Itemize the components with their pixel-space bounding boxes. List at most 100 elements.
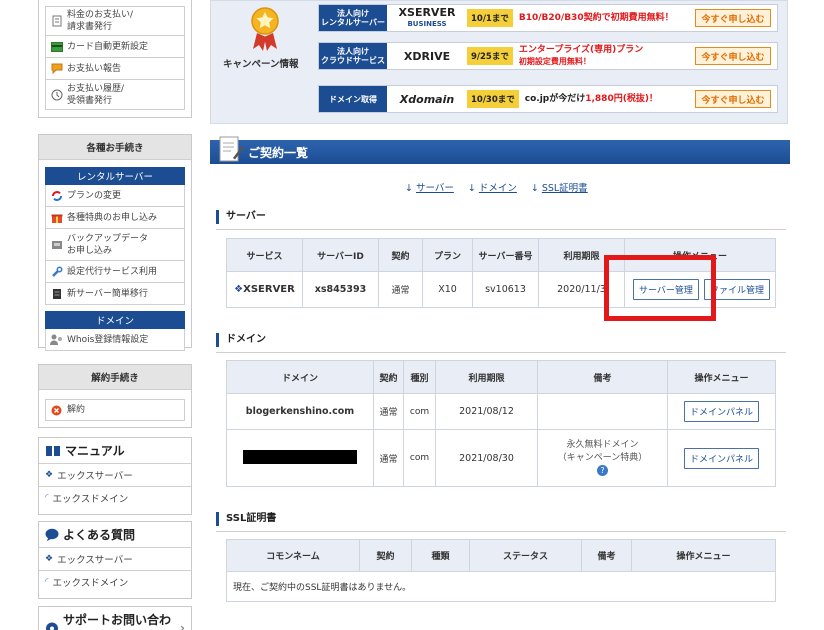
- table-row: blogerkenshino.com 通常 com 2021/08/12 ドメイ…: [226, 393, 776, 430]
- apply-now-button[interactable]: 今すぐ申し込む: [695, 90, 771, 108]
- xdomain-icon: ◜: [45, 577, 49, 587]
- col-operations: 操作メニュー: [631, 539, 776, 572]
- apply-now-button[interactable]: 今すぐ申し込む: [695, 47, 771, 65]
- sidebar-item-label: 料金のお支払い/ 請求書発行: [67, 10, 134, 32]
- sidebar-item-whois[interactable]: Whois登録情報設定: [45, 329, 185, 351]
- col-contract: 契約: [359, 539, 412, 572]
- plan-cell: X10: [422, 271, 473, 308]
- campaign-text-red: エンタープライズ(専用)プラン: [518, 44, 644, 55]
- service-cell: ❖XSERVER: [226, 271, 303, 308]
- xserver-icon: ❖: [45, 470, 54, 480]
- col-service: サービス: [226, 238, 303, 272]
- cancel-title: 解約手続き: [39, 365, 191, 390]
- campaign-text: エンタープライズ(専用)プラン 初期設定費用無料！: [519, 45, 695, 68]
- sidebar-item-payment[interactable]: 料金のお支払い/ 請求書発行: [45, 6, 185, 36]
- faq-item-xserver[interactable]: ❖ エックスサーバー: [39, 548, 191, 571]
- sidebar-item-card-renewal[interactable]: カード自動更新設定: [45, 36, 185, 58]
- campaign-row-xdomain: ドメイン取得 Xdomain 10/30まで co.jpが今だけ1,880円(税…: [318, 85, 778, 113]
- sidebar-item-setup-service[interactable]: 設定代行サービス利用: [45, 261, 185, 283]
- cancel-icon: [50, 404, 63, 416]
- ssl-empty-message: 現在、ご契約中のSSL証明書はありません。: [226, 571, 776, 602]
- manual-item-xdomain[interactable]: ◜ エックスドメイン: [39, 487, 191, 509]
- xdomain-logo: Xdomain: [399, 92, 455, 106]
- faq-title: よくある質問: [39, 522, 191, 548]
- table-row: 通常 com 2021/08/30 永久無料ドメイン （キャンペーン特典） ? …: [226, 429, 776, 487]
- note-cell: 永久無料ドメイン （キャンペーン特典） ?: [537, 429, 668, 487]
- campaign-date: 9/25まで: [467, 47, 513, 65]
- faq-item-label: エックスドメイン: [52, 578, 129, 589]
- report-icon: [50, 63, 63, 75]
- support-menu[interactable]: サポートお問い合わせ ›: [38, 606, 192, 630]
- wrench-icon: [50, 266, 63, 278]
- sidebar-item-benefits[interactable]: 各種特典のお申し込み: [45, 207, 185, 229]
- sidebar-item-label: 解約: [67, 405, 86, 415]
- faq-title-text: よくある質問: [63, 528, 136, 542]
- anchor-domain[interactable]: ↓ ドメイン: [468, 180, 517, 194]
- col-type: 種別: [403, 360, 436, 394]
- document-pen-icon: [219, 136, 244, 162]
- refresh-icon: [50, 190, 63, 202]
- xserver-icon: ❖: [45, 554, 54, 564]
- chevron-right-icon: ›: [180, 621, 185, 630]
- domain-panel-button[interactable]: ドメインパネル: [683, 447, 759, 469]
- procedures-title: 各種お手続き: [39, 135, 191, 160]
- history-icon: [50, 89, 63, 101]
- domain-table: ドメイン 契約 種別 利用期限 備考 操作メニュー blogerkenshino…: [226, 360, 776, 487]
- service-name: XSERVER: [243, 284, 295, 295]
- table-row: 現在、ご契約中のSSL証明書はありません。: [226, 571, 776, 602]
- apply-now-button[interactable]: 今すぐ申し込む: [695, 9, 771, 27]
- payment-menu: 料金のお支払い/ 請求書発行 カード自動更新設定 お支払い報告 お支払い履歴/ …: [38, 0, 192, 118]
- arrow-down-icon: ↓: [530, 183, 539, 194]
- server-section-heading: サーバー: [216, 210, 786, 230]
- manual-item-label: エックスドメイン: [52, 494, 129, 505]
- sidebar-item-cancel[interactable]: 解約: [45, 399, 185, 421]
- campaign-text-red2: 初期設定費用無料！: [518, 56, 591, 66]
- sidebar-item-backup[interactable]: バックアップデータ お申し込み: [45, 229, 185, 261]
- sidebar-item-label: 設定代行サービス利用: [67, 266, 158, 277]
- domain-panel-button[interactable]: ドメインパネル: [683, 401, 759, 422]
- sidebar-item-payment-report[interactable]: お支払い報告: [45, 58, 185, 80]
- domain-cell: [226, 429, 374, 487]
- campaign-text: co.jpが今だけ1,880円(税抜)！: [525, 94, 695, 105]
- sidebar-item-payment-history[interactable]: お支払い履歴/ 受領書発行: [45, 80, 185, 110]
- sidebar-item-plan-change[interactable]: プランの変更: [45, 185, 185, 207]
- anchor-label: ドメイン: [478, 183, 517, 194]
- anchor-label: サーバー: [415, 183, 454, 194]
- faq-menu: よくある質問 ❖ エックスサーバー ◜ エックスドメイン: [38, 521, 192, 599]
- faq-item-xdomain[interactable]: ◜ エックスドメイン: [39, 571, 191, 593]
- manual-item-xserver[interactable]: ❖ エックスサーバー: [39, 464, 191, 487]
- campaign-tag: 法人向け レンタルサーバー: [319, 5, 387, 31]
- page-title: ご契約一覧: [248, 145, 309, 160]
- col-contract: 契約: [373, 360, 404, 394]
- xserver-icon: ❖: [234, 284, 244, 295]
- xdrive-logo: XDRIVE: [403, 49, 451, 63]
- anchor-ssl[interactable]: ↓ SSL証明書: [531, 180, 588, 194]
- col-domain: ドメイン: [226, 360, 374, 394]
- sidebar-item-label: お支払い履歴/ 受領書発行: [67, 83, 125, 106]
- col-kind: 種類: [411, 539, 470, 572]
- col-contract: 契約: [378, 238, 423, 272]
- ssl-section-heading: SSL証明書: [216, 512, 786, 532]
- manual-item-label: エックスサーバー: [57, 471, 133, 482]
- campaign-text: B10/B20/B30契約で初期費用無料！: [519, 13, 695, 24]
- sidebar-item-server-migration[interactable]: 新サーバー簡単移行: [45, 283, 185, 305]
- anchor-server[interactable]: ↓ サーバー: [405, 180, 454, 194]
- support-title[interactable]: サポートお問い合わせ ›: [39, 607, 191, 630]
- operations-cell: ドメインパネル: [667, 393, 776, 430]
- campaign-row-xdrive: 法人向け クラウドサービス XDRIVE 9/25まで エンタープライズ(専用)…: [318, 42, 778, 70]
- help-icon[interactable]: ?: [597, 464, 608, 476]
- backup-icon: [50, 239, 63, 251]
- user-icon: [50, 334, 63, 346]
- xdomain-icon: ◜: [45, 493, 49, 503]
- col-note: 備考: [581, 539, 632, 572]
- yen-doc-icon: [50, 15, 63, 27]
- server-id-cell: xs845393: [302, 271, 379, 308]
- sidebar-item-label: カード自動更新設定: [67, 41, 149, 52]
- anchor-label: SSL証明書: [541, 183, 588, 194]
- speech-bubble-icon: [45, 528, 59, 541]
- faq-item-label: エックスサーバー: [57, 555, 133, 566]
- support-icon: [45, 622, 59, 630]
- campaign-text-red: B10/B20/B30契約で初期費用無料！: [518, 12, 674, 23]
- campaign-text-red2: 1,880円(税抜)！: [585, 93, 658, 104]
- book-icon: [45, 445, 61, 457]
